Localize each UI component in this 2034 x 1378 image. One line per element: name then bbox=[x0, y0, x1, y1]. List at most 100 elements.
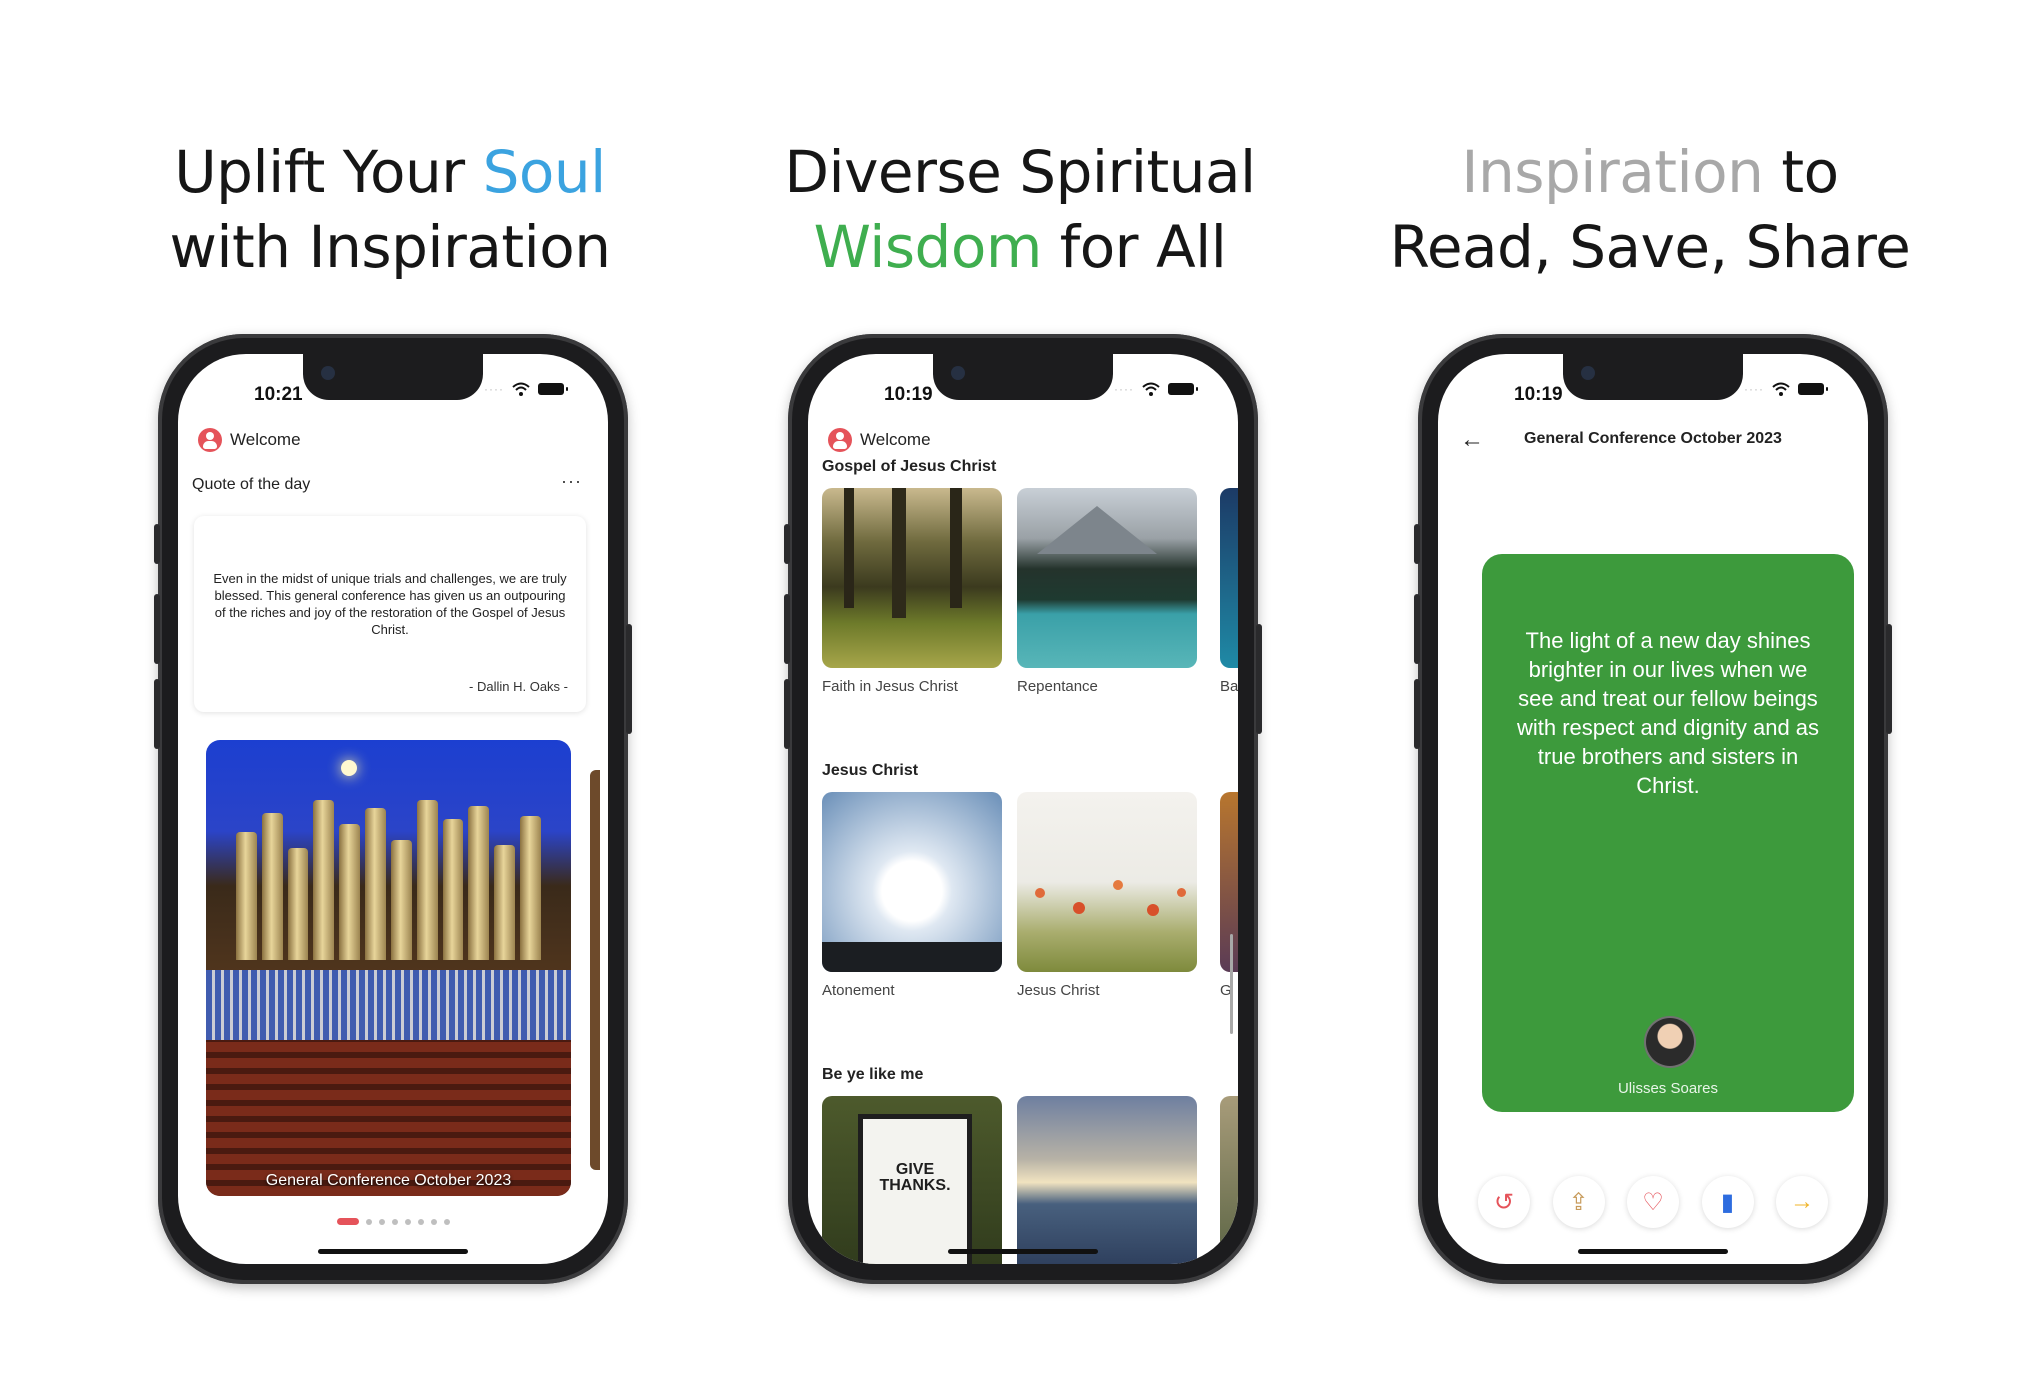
tile-atonement[interactable] bbox=[822, 792, 1002, 972]
light-fixture bbox=[341, 760, 357, 776]
quote-card[interactable]: The light of a new day shines brighter i… bbox=[1482, 554, 1854, 1112]
section-title-gospel: Gospel of Jesus Christ bbox=[822, 458, 997, 475]
headline-text: to bbox=[1763, 138, 1839, 206]
tile-label: Atonement bbox=[822, 982, 895, 999]
tile-faith-in-jesus-christ[interactable] bbox=[822, 488, 1002, 668]
phone-screen: 10:21 ···· Welcome Quote of the day ··· … bbox=[178, 354, 608, 1264]
section-title-be-ye-like-me: Be ye like me bbox=[822, 1066, 924, 1083]
phone-quote-detail: 10:19 ···· ← General Conference October … bbox=[1414, 334, 1892, 1284]
headline-text: Uplift Your bbox=[174, 138, 483, 206]
tile-give-thanks[interactable]: GIVE THANKS. bbox=[822, 1096, 1002, 1264]
profile-icon bbox=[198, 428, 222, 452]
signal-icon: ···· bbox=[484, 382, 504, 396]
headline-highlight: Wisdom bbox=[813, 213, 1043, 281]
quote-card[interactable]: Even in the midst of unique trials and c… bbox=[194, 516, 586, 712]
welcome-button[interactable]: Welcome bbox=[828, 428, 931, 452]
headline-text: Read, Save, Share bbox=[1389, 213, 1911, 281]
signal-icon: ···· bbox=[1114, 382, 1134, 396]
sign-text: THANKS. bbox=[879, 1177, 951, 1194]
sign-text: GIVE bbox=[895, 1161, 935, 1178]
status-time: 10:21 bbox=[254, 384, 303, 405]
camera bbox=[321, 366, 335, 380]
next-button[interactable]: → bbox=[1776, 1176, 1828, 1228]
camera bbox=[1581, 366, 1595, 380]
headline-inspiration: Inspiration to Read, Save, Share bbox=[1320, 135, 1980, 285]
battery-icon bbox=[1798, 383, 1828, 395]
headline-text: Diverse Spiritual bbox=[784, 138, 1256, 206]
card-author: Ulisses Soares bbox=[1617, 1080, 1719, 1097]
share-icon: ⇪ bbox=[1568, 1188, 1589, 1216]
section-title-jesus-christ: Jesus Christ bbox=[822, 762, 919, 779]
pager-dot-active[interactable] bbox=[336, 1218, 359, 1225]
tile-label: Jesus Christ bbox=[1017, 982, 1100, 999]
welcome-label: Welcome bbox=[860, 430, 931, 449]
book-icon: ▮ bbox=[1720, 1188, 1735, 1216]
battery-icon bbox=[1168, 383, 1198, 395]
welcome-button[interactable]: Welcome bbox=[198, 428, 301, 452]
pager-dot[interactable] bbox=[378, 1218, 385, 1225]
refresh-button[interactable]: ↺ bbox=[1478, 1176, 1530, 1228]
home-indicator bbox=[948, 1249, 1098, 1254]
next-card-peek[interactable] bbox=[590, 770, 600, 1170]
home-indicator bbox=[318, 1249, 468, 1254]
tile-peek[interactable] bbox=[1220, 792, 1238, 972]
share-button[interactable]: ⇪ bbox=[1552, 1176, 1605, 1228]
headline-text: for All bbox=[1041, 213, 1227, 281]
pager-dot[interactable] bbox=[404, 1218, 411, 1225]
phone-home: 10:21 ···· Welcome Quote of the day ··· … bbox=[154, 334, 632, 1284]
phone-screen: 10:19 ···· ← General Conference October … bbox=[1438, 354, 1868, 1264]
tile-label: Repentance bbox=[1017, 678, 1098, 695]
camera bbox=[951, 366, 965, 380]
status-icons: ···· bbox=[484, 382, 568, 396]
status-time: 10:19 bbox=[1514, 384, 1563, 405]
action-bar: ↺ ⇪ ♡ ▮ → bbox=[1478, 1176, 1828, 1228]
welcome-label: Welcome bbox=[230, 430, 301, 449]
headline-highlight: Soul bbox=[482, 138, 607, 206]
scrollbar[interactable] bbox=[1230, 934, 1233, 1034]
featured-conference-card[interactable]: General Conference October 2023 bbox=[206, 740, 571, 1196]
phone-screen: 10:19 ···· Welcome Gospel of Jesus Chris… bbox=[808, 354, 1238, 1264]
author-avatar bbox=[1644, 1016, 1696, 1068]
phone-categories: 10:19 ···· Welcome Gospel of Jesus Chris… bbox=[784, 334, 1262, 1284]
save-button[interactable]: ▮ bbox=[1701, 1176, 1754, 1228]
refresh-icon: ↺ bbox=[1493, 1188, 1515, 1216]
battery-icon bbox=[538, 383, 568, 395]
headline-highlight: Inspiration bbox=[1461, 138, 1764, 206]
card-quote-text: The light of a new day shines brighter i… bbox=[1516, 628, 1820, 798]
pager-dot[interactable] bbox=[443, 1218, 450, 1225]
tile-label-peek: Ba bbox=[1220, 678, 1238, 695]
headline-diverse: Diverse Spiritual Wisdom for All bbox=[690, 135, 1350, 285]
headline-text: with Inspiration bbox=[169, 213, 612, 281]
notch bbox=[933, 354, 1113, 400]
pager-dot[interactable] bbox=[430, 1218, 437, 1225]
arrow-right-icon: → bbox=[1790, 1188, 1814, 1215]
quote-text: Even in the midst of unique trials and c… bbox=[213, 571, 567, 637]
home-indicator bbox=[1578, 1249, 1728, 1254]
page-title: General Conference October 2023 bbox=[1524, 430, 1782, 447]
pager-dot[interactable] bbox=[391, 1218, 398, 1225]
tile-peek[interactable] bbox=[1220, 1096, 1238, 1264]
wifi-icon bbox=[1142, 382, 1160, 396]
tile-peek[interactable] bbox=[1220, 488, 1238, 668]
notch bbox=[303, 354, 483, 400]
status-icons: ···· bbox=[1744, 382, 1828, 396]
carousel-pager[interactable] bbox=[178, 1218, 608, 1225]
pager-dot[interactable] bbox=[365, 1218, 372, 1225]
tile-reaching-hand[interactable] bbox=[1017, 1096, 1197, 1264]
profile-icon bbox=[828, 428, 852, 452]
tile-repentance[interactable] bbox=[1017, 488, 1197, 668]
wifi-icon bbox=[512, 382, 530, 396]
wifi-icon bbox=[1772, 382, 1790, 396]
tile-jesus-christ[interactable] bbox=[1017, 792, 1197, 972]
favorite-button[interactable]: ♡ bbox=[1627, 1176, 1679, 1228]
hero-caption: General Conference October 2023 bbox=[265, 1172, 512, 1189]
heart-icon: ♡ bbox=[1642, 1188, 1664, 1216]
organ-pipes-image bbox=[236, 800, 541, 960]
status-time: 10:19 bbox=[884, 384, 933, 405]
notch bbox=[1563, 354, 1743, 400]
choir-image bbox=[206, 970, 571, 1040]
pager-dot[interactable] bbox=[417, 1218, 424, 1225]
quote-of-day-title: Quote of the day bbox=[192, 476, 311, 493]
tile-label: Faith in Jesus Christ bbox=[822, 678, 958, 695]
more-icon[interactable]: ··· bbox=[561, 472, 582, 494]
